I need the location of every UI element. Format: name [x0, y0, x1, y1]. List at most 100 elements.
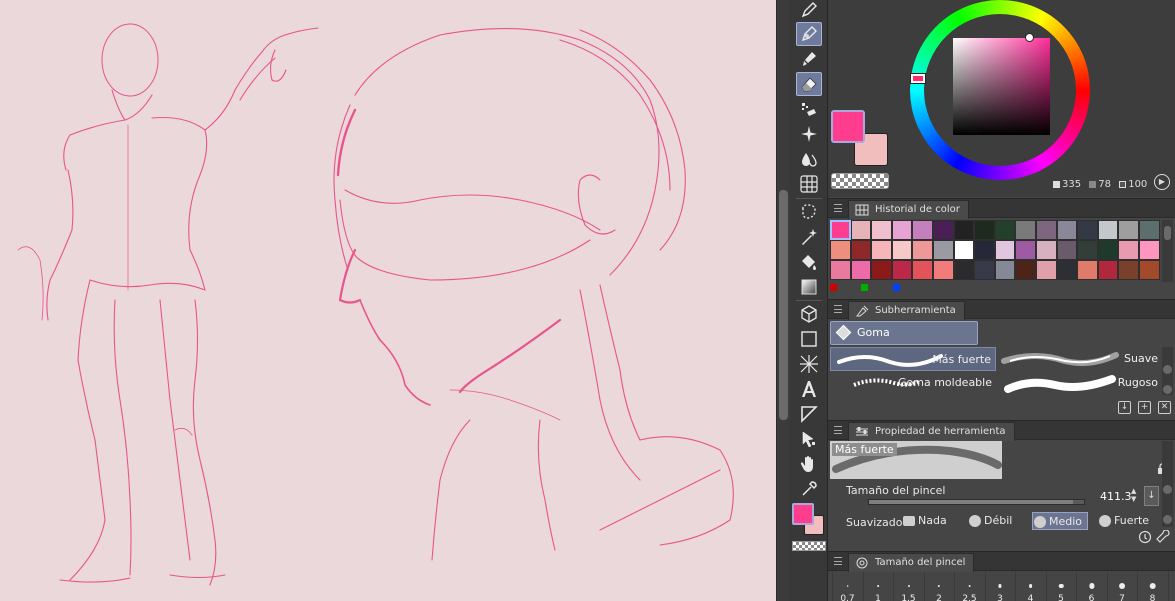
color-history-swatch[interactable] — [1015, 240, 1036, 260]
brush-size-preset[interactable]: 1.5 — [893, 572, 923, 601]
mesh-transform-icon[interactable] — [796, 172, 822, 196]
color-history-swatch[interactable] — [830, 220, 851, 240]
color-history-scrollbar[interactable] — [1162, 220, 1173, 282]
color-history-swatch[interactable] — [953, 240, 975, 260]
tab-color-history[interactable]: Historial de color — [848, 200, 969, 219]
color-history-swatch[interactable] — [830, 240, 851, 260]
brush-size-spin-icon[interactable]: ▲ ▼ — [1131, 487, 1140, 505]
blend-tool-icon[interactable] — [796, 147, 822, 171]
canvas-scrollbar[interactable] — [776, 0, 790, 601]
color-history-swatch[interactable] — [1118, 260, 1139, 280]
color-history-swatch[interactable] — [891, 260, 913, 280]
brush-size-preset[interactable]: 7 — [1106, 572, 1137, 601]
brush-size-preset[interactable]: 6 — [1076, 572, 1106, 601]
color-history-swatch[interactable] — [994, 240, 1016, 260]
smoothing-option-medio[interactable]: Medio — [1032, 512, 1088, 530]
smoothing-option-nada[interactable]: Nada — [902, 512, 947, 530]
brush-suave[interactable]: Suave — [996, 347, 1162, 371]
color-history-swatch[interactable] — [1097, 220, 1119, 240]
brush-size-value[interactable]: 411.3 — [1100, 490, 1132, 503]
brush-size-preset[interactable]: 2.5 — [954, 572, 984, 601]
sparkle-tool-icon[interactable] — [796, 122, 822, 146]
brush-goma-moldeable[interactable]: Goma moldeable — [830, 371, 996, 395]
smoothing-option-fuerte[interactable]: Fuerte — [1098, 512, 1149, 530]
color-history-swatch[interactable] — [850, 220, 872, 240]
pen-tool-icon[interactable] — [796, 0, 822, 22]
smoothing-option-debil[interactable]: Débil — [968, 512, 1012, 530]
color-history-swatch[interactable] — [1035, 240, 1057, 260]
brush-rugoso[interactable]: Rugoso — [996, 371, 1162, 395]
color-history-swatch[interactable] — [871, 240, 892, 260]
color-history-swatch[interactable] — [932, 260, 954, 280]
main-color-swatch[interactable] — [831, 110, 865, 143]
operation-tool-icon[interactable] — [796, 427, 822, 451]
panel-menu-icon[interactable] — [834, 305, 842, 313]
settings-wrench-icon[interactable] — [1138, 529, 1174, 544]
color-history-swatch[interactable] — [871, 220, 892, 240]
color-history-swatch[interactable] — [974, 240, 995, 260]
color-history-swatch[interactable] — [953, 220, 975, 240]
brush-size-slider[interactable] — [868, 499, 1085, 505]
brush-size-preset[interactable]: 8 — [1137, 572, 1167, 601]
frame-border-icon[interactable] — [796, 402, 822, 426]
color-history-swatch[interactable] — [850, 240, 872, 260]
selection-tool-icon[interactable] — [796, 200, 822, 224]
color-history-swatch[interactable] — [994, 220, 1016, 240]
eyedropper-icon[interactable] — [796, 477, 822, 501]
saturation-value-square[interactable] — [953, 38, 1050, 135]
3d-object-icon[interactable] — [796, 302, 822, 326]
magic-wand-icon[interactable] — [796, 225, 822, 249]
color-history-swatch[interactable] — [953, 260, 975, 280]
color-history-swatch[interactable] — [1077, 220, 1098, 240]
brush-mas-fuerte[interactable]: Más fuerte — [830, 347, 996, 371]
color-history-swatch[interactable] — [1077, 260, 1098, 280]
hue-picker-knob[interactable] — [910, 73, 926, 84]
color-history-swatch[interactable] — [974, 260, 995, 280]
color-history-swatch[interactable] — [974, 220, 995, 240]
brush-size-dropdown-button[interactable]: ↓ — [1144, 486, 1159, 506]
scroll-knob[interactable] — [1163, 515, 1172, 524]
panel-menu-icon[interactable] — [834, 204, 842, 212]
brush-size-preset[interactable]: 4 — [1015, 572, 1045, 601]
subtool-group-goma[interactable]: Goma — [830, 321, 978, 345]
color-history-swatch[interactable] — [912, 260, 933, 280]
panel-menu-icon[interactable] — [834, 557, 842, 565]
color-history-swatch[interactable] — [1035, 220, 1057, 240]
brush-size-preset[interactable]: 5 — [1045, 572, 1076, 601]
color-history-swatch[interactable] — [1138, 240, 1160, 260]
color-history-swatch[interactable] — [1056, 240, 1078, 260]
figure-tool-icon[interactable] — [796, 327, 822, 351]
transparent-color-swatch[interactable] — [831, 173, 889, 189]
color-history-swatch[interactable] — [1015, 220, 1036, 240]
tab-tool-property[interactable]: Propiedad de herramienta — [848, 422, 1015, 441]
color-history-swatch[interactable] — [1118, 240, 1139, 260]
color-history-swatch[interactable] — [1035, 260, 1057, 280]
color-history-swatch[interactable] — [1097, 240, 1119, 260]
panel-menu-icon[interactable] — [834, 426, 842, 434]
color-history-swatch[interactable] — [891, 220, 913, 240]
color-history-swatch[interactable] — [1077, 240, 1098, 260]
color-history-scroll-thumb[interactable] — [1164, 226, 1171, 240]
tab-subtool[interactable]: Subherramienta — [848, 301, 965, 320]
hand-tool-icon[interactable] — [796, 452, 822, 476]
color-history-swatch[interactable] — [1015, 260, 1036, 280]
color-history-swatch[interactable] — [1097, 260, 1119, 280]
decoration-tool-icon[interactable] — [796, 98, 822, 122]
color-mode-toggle-icon[interactable]: ▶ — [1154, 174, 1170, 190]
eraser-tool-icon[interactable] — [796, 72, 822, 96]
duplicate-subtool-icon[interactable]: + — [1138, 401, 1151, 414]
tab-brush-size[interactable]: Tamaño del pincel — [848, 553, 975, 572]
color-history-swatch[interactable] — [912, 240, 933, 260]
pen-tool-active-icon[interactable] — [796, 22, 822, 46]
brush-size-preset[interactable]: 1 — [862, 572, 893, 601]
ruler-tool-icon[interactable] — [796, 352, 822, 376]
brush-tool-icon[interactable] — [796, 47, 822, 71]
text-tool-icon[interactable] — [796, 377, 822, 401]
color-history-swatch[interactable] — [830, 260, 851, 280]
color-history-swatch[interactable] — [1118, 220, 1139, 240]
color-history-swatch[interactable] — [994, 260, 1016, 280]
brush-size-preset[interactable]: 3 — [984, 572, 1015, 601]
brush-size-preset[interactable]: 0.7 — [832, 572, 862, 601]
color-history-swatch[interactable] — [932, 220, 954, 240]
color-history-swatch[interactable] — [932, 240, 954, 260]
